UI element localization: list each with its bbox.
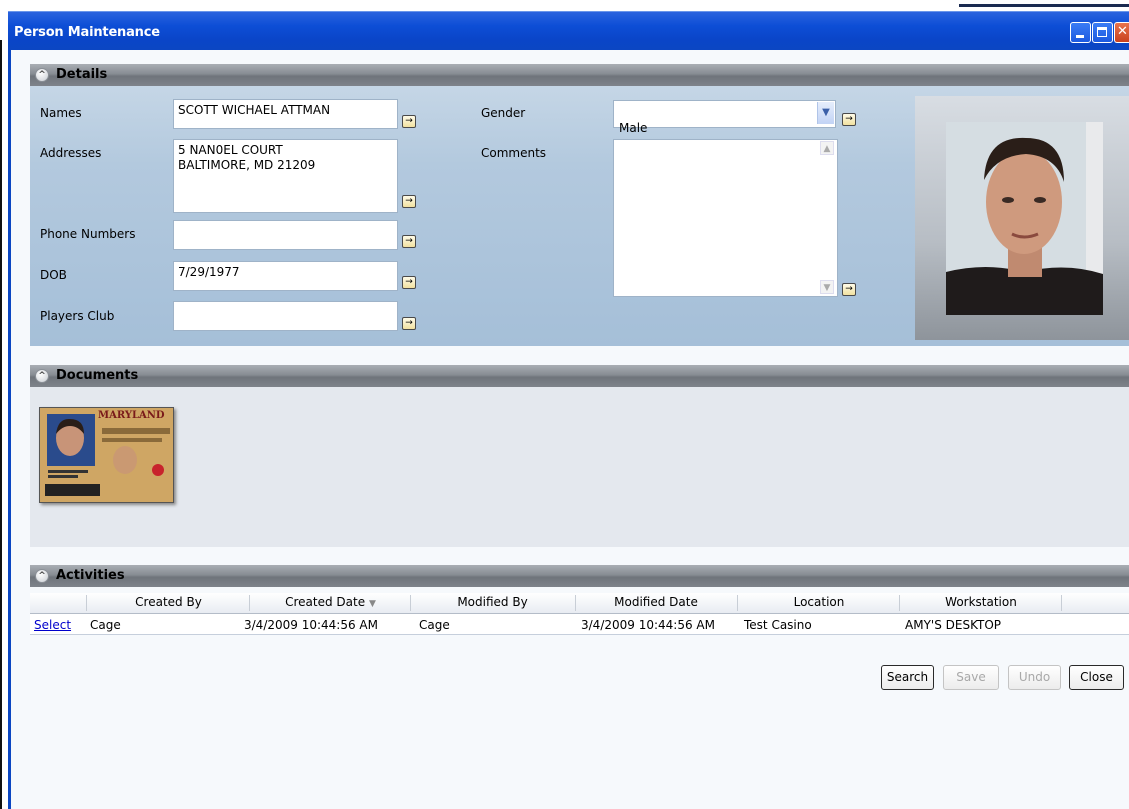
search-button[interactable]: Search — [881, 665, 934, 690]
save-button[interactable]: Save — [943, 665, 999, 690]
cell-location: Test Casino — [744, 618, 812, 632]
documents-header-label: Documents — [56, 368, 139, 383]
col-workstation[interactable]: Workstation — [901, 595, 1061, 609]
names-field[interactable]: SCOTT WICHAEL ATTMAN — [173, 99, 398, 129]
gender-select[interactable]: Male ▼ — [613, 100, 836, 135]
cell-modified-by: Cage — [419, 618, 450, 632]
dob-field[interactable]: 7/29/1977 — [173, 261, 398, 291]
close-button[interactable]: Close — [1069, 665, 1124, 690]
top-stripe — [0, 0, 1129, 11]
comments-label: Comments — [481, 146, 547, 160]
collapse-chevron-icon[interactable]: ^ — [35, 68, 49, 82]
gender-label: Gender — [481, 106, 526, 120]
addresses-expand-icon[interactable]: → — [402, 195, 416, 208]
col-created-date[interactable]: Created Date ▼ — [251, 595, 410, 609]
undo-button[interactable]: Undo — [1008, 665, 1061, 690]
players-club-expand-icon[interactable]: → — [402, 317, 416, 330]
cell-modified-date: 3/4/2009 10:44:56 AM — [581, 618, 715, 632]
phone-label: Phone Numbers — [40, 227, 136, 241]
person-photo-image — [946, 122, 1103, 315]
window-title: Person Maintenance — [14, 25, 160, 40]
phone-expand-icon[interactable]: → — [402, 235, 416, 248]
drivers-license-thumbnail[interactable]: MARYLAND — [39, 407, 174, 503]
col-modified-date[interactable]: Modified Date — [577, 595, 735, 609]
col-modified-by[interactable]: Modified By — [412, 595, 573, 609]
maximize-icon[interactable] — [1092, 22, 1113, 43]
select-link[interactable]: Select — [34, 618, 71, 632]
cell-created-date: 3/4/2009 10:44:56 AM — [244, 618, 378, 632]
gender-expand-icon[interactable]: → — [842, 113, 856, 126]
minimize-icon[interactable] — [1070, 22, 1091, 43]
close-window-icon[interactable] — [1114, 22, 1129, 43]
table-row[interactable]: Select Cage 3/4/2009 10:44:56 AM Cage 3/… — [30, 614, 1129, 635]
documents-panel — [30, 387, 1129, 547]
chevron-down-icon[interactable]: ▼ — [817, 102, 834, 124]
scroll-up-icon[interactable]: ▲ — [820, 141, 834, 155]
collapse-chevron-icon[interactable]: ^ — [35, 569, 49, 583]
comments-expand-icon[interactable]: → — [842, 283, 856, 296]
gender-value: Male — [619, 121, 648, 135]
details-section-header[interactable]: ^ Details — [30, 64, 1129, 86]
cell-workstation: AMY'S DESKTOP — [905, 618, 1002, 632]
addresses-label: Addresses — [40, 146, 102, 160]
activities-header-label: Activities — [56, 568, 125, 583]
comments-field[interactable] — [613, 139, 838, 297]
addresses-field[interactable]: 5 NAN0EL COURT BALTIMORE, MD 21209 — [173, 139, 398, 213]
documents-section-header[interactable]: ^ Documents — [30, 365, 1129, 387]
photo-frame — [915, 96, 1129, 340]
players-club-label: Players Club — [40, 309, 115, 323]
col-location[interactable]: Location — [739, 595, 899, 609]
details-header-label: Details — [56, 67, 108, 82]
sort-descending-icon: ▼ — [368, 599, 376, 609]
license-state-text: MARYLAND — [98, 410, 165, 421]
players-club-field[interactable] — [173, 301, 398, 331]
scroll-down-icon[interactable]: ▼ — [820, 280, 834, 294]
collapse-chevron-icon[interactable]: ^ — [35, 369, 49, 383]
cell-created-by: Cage — [90, 618, 121, 632]
phone-field[interactable] — [173, 220, 398, 250]
dob-label: DOB — [40, 268, 67, 282]
window-title-bar[interactable]: Person Maintenance — [8, 11, 1129, 51]
left-edge — [0, 40, 2, 809]
drivers-license-image — [40, 408, 173, 502]
activities-grid-header: Created By Created Date ▼ Modified By Mo… — [30, 593, 1129, 614]
names-label: Names — [40, 106, 82, 120]
dob-expand-icon[interactable]: → — [402, 276, 416, 289]
activities-section-header[interactable]: ^ Activities — [30, 565, 1129, 587]
person-photo[interactable] — [946, 122, 1103, 315]
col-created-by[interactable]: Created By — [88, 595, 249, 609]
names-expand-icon[interactable]: → — [402, 115, 416, 128]
